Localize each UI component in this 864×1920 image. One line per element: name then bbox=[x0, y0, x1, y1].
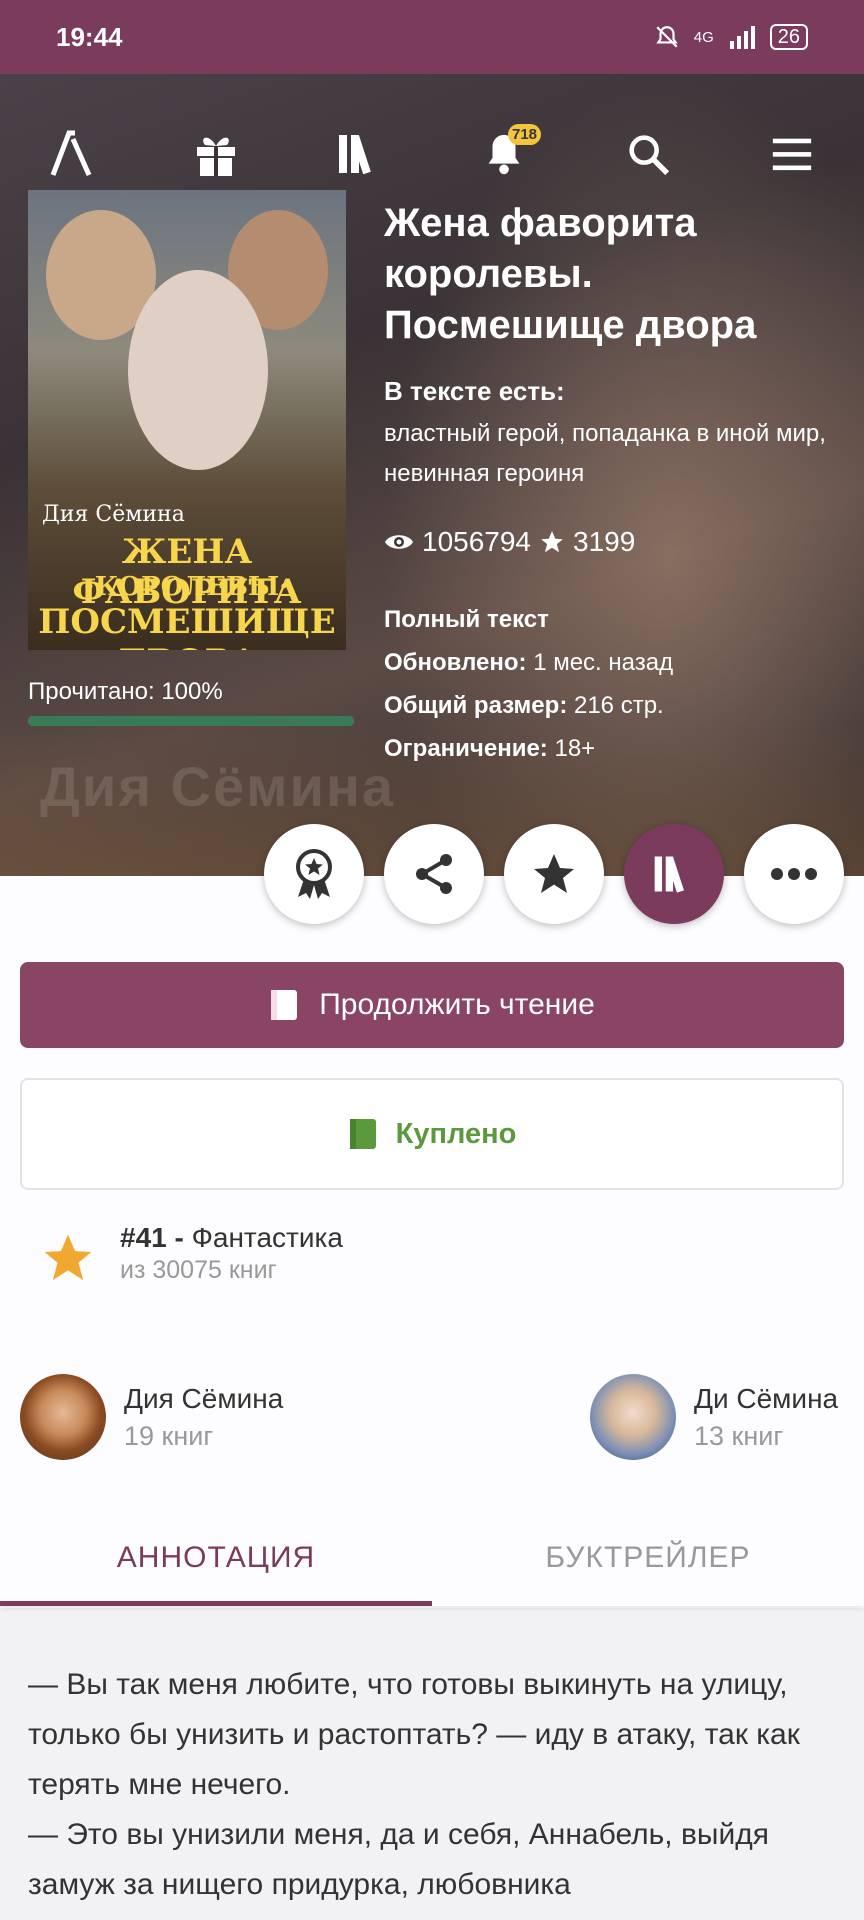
notifications-badge: 718 bbox=[508, 124, 542, 145]
content-tabs: АННОТАЦИЯ БУКТРЕЙЛЕР bbox=[0, 1510, 864, 1606]
bought-button[interactable]: Куплено bbox=[20, 1078, 844, 1190]
genre-rank[interactable]: #41 - Фантастика из 30075 книг bbox=[40, 1222, 343, 1286]
award-button[interactable] bbox=[264, 824, 364, 924]
more-button[interactable] bbox=[744, 824, 844, 924]
menu-icon[interactable] bbox=[760, 122, 824, 186]
continue-reading-button[interactable]: Продолжить чтение bbox=[20, 962, 844, 1048]
add-to-library-button[interactable] bbox=[624, 824, 724, 924]
size-label: Общий размер: bbox=[384, 692, 568, 719]
views-count: 1056794 bbox=[422, 526, 532, 557]
rank-text: #41 - Фантастика из 30075 книг bbox=[120, 1222, 343, 1285]
tab-annotation[interactable]: АННОТАЦИЯ bbox=[0, 1510, 432, 1606]
updated-label: Обновлено: bbox=[384, 649, 527, 676]
book-icon bbox=[349, 1119, 376, 1149]
network-label: 4G bbox=[693, 28, 714, 46]
rank-total: из 30075 книг bbox=[120, 1256, 277, 1284]
book-status: Полный текст bbox=[384, 606, 549, 633]
updated-value: 1 мес. назад bbox=[533, 649, 674, 676]
read-progress-bar bbox=[28, 716, 354, 726]
library-icon bbox=[654, 856, 684, 893]
book-meta: Полный текст Обновлено: 1 мес. назад Общ… bbox=[384, 598, 673, 770]
mute-icon bbox=[656, 26, 678, 48]
continue-reading-label: Продолжить чтение bbox=[319, 988, 595, 1021]
read-progress-fill bbox=[28, 716, 354, 726]
share-button[interactable] bbox=[384, 824, 484, 924]
book-cover[interactable]: Дия Сёмина ЖЕНА ФАВОРИТА ·КОРОЛЕВЫ· ПОСМ… bbox=[28, 190, 346, 650]
author-card-1[interactable]: Дия Сёмина 19 книг bbox=[20, 1374, 283, 1460]
background-cover-text: Дия Сёмина bbox=[40, 755, 395, 818]
rank-line: #41 - Фантастика bbox=[120, 1222, 343, 1254]
size-row: Общий размер: 216 стр. bbox=[384, 684, 673, 727]
action-buttons bbox=[264, 824, 844, 924]
rank-genre: Фантастика bbox=[191, 1222, 343, 1253]
bought-label: Куплено bbox=[395, 1117, 517, 1150]
limit-row: Ограничение: 18+ bbox=[384, 727, 673, 770]
book-header: Дия Сёмина 718 Дия Сёмина ЖЕНА ФАВОРИТА … bbox=[0, 74, 864, 876]
signal-icon bbox=[729, 26, 755, 49]
cover-title-line2: ·КОРОЛЕВЫ· bbox=[85, 572, 289, 602]
book-title: Жена фаворита королевы. Посмешище двора bbox=[384, 201, 757, 347]
author-avatar-1 bbox=[20, 1374, 106, 1460]
rank-position: #41 - bbox=[120, 1222, 184, 1253]
annotation-paragraph-1: — Вы так меня любите, что готовы выкинут… bbox=[28, 1668, 800, 1801]
more-icon bbox=[771, 868, 817, 880]
cover-title-line3: ПОСМЕШИЩЕ ДВОРА bbox=[38, 602, 336, 650]
cover-author: Дия Сёмина bbox=[42, 502, 185, 527]
share-icon bbox=[416, 854, 452, 894]
stars-count: 3199 bbox=[573, 526, 636, 557]
read-progress-label: Прочитано: 100% bbox=[28, 678, 223, 705]
library-icon[interactable] bbox=[328, 122, 392, 186]
author-books-1: 19 книг bbox=[124, 1420, 214, 1451]
status-icons: 4G 26 bbox=[654, 24, 808, 50]
search-icon[interactable] bbox=[616, 122, 680, 186]
favorite-button[interactable] bbox=[504, 824, 604, 924]
author-name-1: Дия Сёмина bbox=[124, 1382, 284, 1414]
eye-icon bbox=[385, 535, 413, 549]
book-stats: 1056794 3199 bbox=[384, 526, 635, 558]
author-card-2[interactable]: Ди Сёмина 13 книг bbox=[590, 1374, 838, 1460]
tags-heading: В тексте есть: bbox=[384, 376, 565, 406]
annotation-paragraph-2: — Это вы унизили меня, да и себя, Аннабе… bbox=[28, 1818, 769, 1901]
award-icon bbox=[296, 849, 332, 899]
author-name-2: Ди Сёмина bbox=[694, 1382, 839, 1414]
status-time: 19:44 bbox=[56, 21, 123, 52]
status-bar: 19:44 4G 26 bbox=[0, 0, 864, 74]
limit-value: 18+ bbox=[554, 735, 596, 762]
battery-icon: 26 bbox=[769, 24, 808, 50]
updated-row: Обновлено: 1 мес. назад bbox=[384, 641, 673, 684]
logo-icon[interactable] bbox=[40, 122, 104, 186]
star-icon bbox=[534, 854, 574, 893]
tags-list[interactable]: властный герой, попаданка в иной мир, не… bbox=[384, 414, 844, 494]
cover-figure-center bbox=[128, 270, 268, 470]
author-books-2: 13 книг bbox=[694, 1420, 784, 1451]
gift-icon[interactable] bbox=[184, 122, 248, 186]
top-nav: 718 bbox=[0, 114, 864, 194]
size-value: 216 стр. bbox=[573, 692, 664, 719]
star-icon bbox=[541, 531, 563, 553]
author-avatar-2 bbox=[590, 1374, 676, 1460]
tab-booktrailer[interactable]: БУКТРЕЙЛЕР bbox=[432, 1510, 864, 1606]
annotation-text: — Вы так меня любите, что готовы выкинут… bbox=[28, 1660, 844, 1910]
book-icon bbox=[271, 990, 298, 1020]
rank-star-icon bbox=[44, 1234, 92, 1281]
limit-label: Ограничение: bbox=[384, 735, 548, 762]
bell-icon[interactable]: 718 bbox=[472, 122, 542, 186]
